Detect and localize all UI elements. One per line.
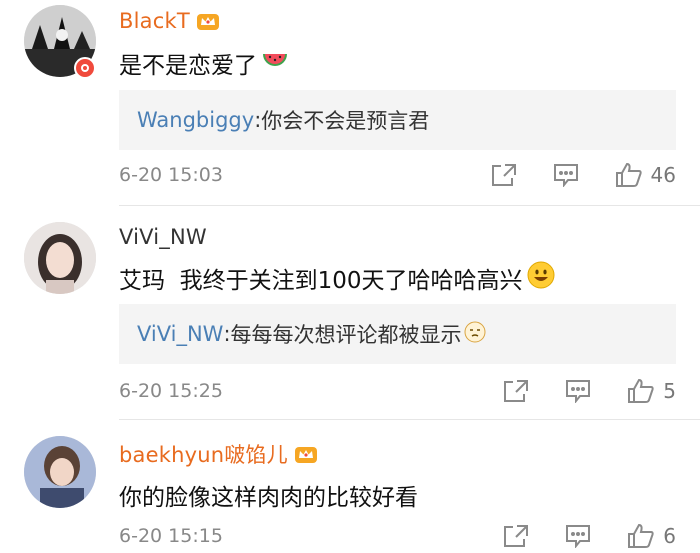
comment-text: 你的脸像这样肉肉的比较好看 (119, 478, 418, 512)
comment-text-content: 艾玛 我终于关注到100天了哈哈哈高兴 (119, 268, 523, 294)
avatar[interactable] (24, 222, 96, 294)
sweat-emoji-icon (464, 321, 486, 348)
reply-username[interactable]: Wangbiggy (137, 108, 254, 132)
reply-separator: : (254, 108, 262, 132)
comment-icon[interactable] (565, 524, 591, 548)
username-text[interactable]: BlackT (119, 9, 190, 33)
comment-meta: 6-20 15:25 5 (119, 376, 676, 406)
grinning-emoji-icon (527, 261, 555, 295)
thumbs-up-icon (628, 378, 654, 403)
username-text[interactable]: baekhyun啵馅儿 (119, 439, 288, 469)
comment-text: 艾玛 我终于关注到100天了哈哈哈高兴 (119, 261, 555, 295)
reply-box[interactable]: Wangbiggy : 你会不会是预言君 (119, 90, 676, 150)
reply-text: 每每每次想评论都被显示 (230, 323, 462, 347)
like-button[interactable]: 5 (627, 378, 676, 404)
like-count: 5 (663, 379, 676, 403)
comment-icon[interactable] (565, 379, 591, 403)
username-text[interactable]: ViVi_NW (119, 225, 207, 249)
comment-item: BlackT 是不是恋爱了 Wangbiggy : 你会不会是预言君 6-20 … (0, 0, 700, 206)
comment-text-content: 是不是恋爱了 (119, 53, 257, 79)
thumbs-up-icon (628, 523, 654, 548)
thumbs-up-icon (615, 162, 642, 187)
comment-text: 是不是恋爱了 (119, 46, 289, 80)
watermelon-emoji-icon (261, 48, 289, 78)
reply-username[interactable]: ViVi_NW (137, 322, 223, 346)
timestamp: 6-20 15:03 (119, 164, 223, 186)
like-count: 6 (663, 524, 676, 548)
vip-crown-icon (294, 444, 317, 464)
share-icon[interactable] (491, 163, 517, 187)
comment-item: baekhyun啵馅儿 你的脸像这样肉肉的比较好看 6-20 15:15 6 (0, 420, 700, 553)
share-icon[interactable] (503, 379, 529, 403)
comment-meta: 6-20 15:03 46 (119, 160, 676, 190)
like-count: 46 (650, 163, 676, 187)
comment-item: ViVi_NW 艾玛 我终于关注到100天了哈哈哈高兴 ViVi_NW : 每每… (0, 206, 700, 420)
username[interactable]: BlackT (119, 9, 219, 33)
like-button[interactable]: 46 (615, 162, 676, 188)
comment-icon[interactable] (553, 163, 579, 187)
username[interactable]: baekhyun啵馅儿 (119, 439, 317, 469)
reply-text: 你会不会是预言君 (261, 109, 430, 133)
timestamp: 6-20 15:15 (119, 525, 223, 547)
username[interactable]: ViVi_NW (119, 225, 207, 249)
share-icon[interactable] (503, 524, 529, 548)
like-button[interactable]: 6 (627, 523, 676, 549)
timestamp: 6-20 15:25 (119, 380, 223, 402)
verified-badge-icon (74, 57, 96, 79)
comment-text-content: 你的脸像这样肉肉的比较好看 (119, 485, 418, 511)
reply-box[interactable]: ViVi_NW : 每每每次想评论都被显示 (119, 304, 676, 364)
vip-crown-icon (196, 11, 219, 31)
reply-separator: : (223, 322, 231, 346)
comment-meta: 6-20 15:15 6 (119, 521, 676, 551)
avatar[interactable] (24, 436, 96, 508)
